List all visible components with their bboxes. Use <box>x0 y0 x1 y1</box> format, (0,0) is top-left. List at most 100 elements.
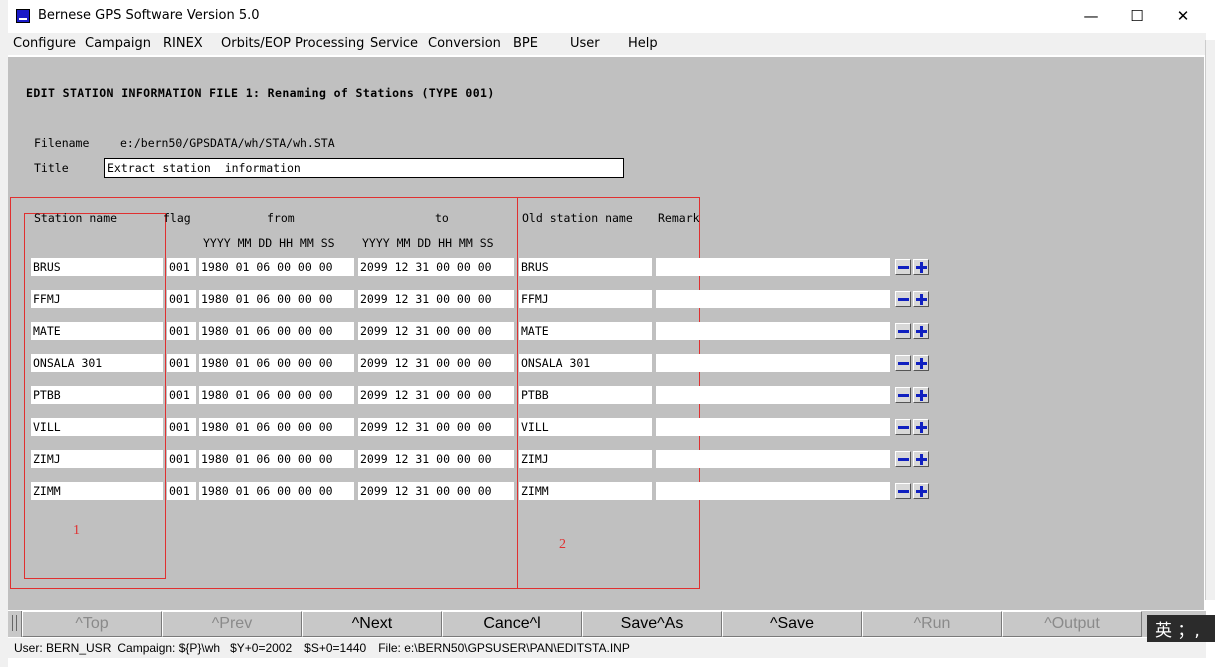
menu-help[interactable]: Help <box>628 36 658 51</box>
station-name-field[interactable]: ONSALA 301 <box>31 354 163 372</box>
add-row-button[interactable] <box>913 291 929 307</box>
remark-field[interactable] <box>656 450 890 468</box>
add-row-button[interactable] <box>913 387 929 403</box>
station-name-field[interactable]: PTBB <box>31 386 163 404</box>
menu-processing[interactable]: Processing <box>295 36 364 51</box>
remove-row-button[interactable] <box>895 419 911 435</box>
station-name-field[interactable]: MATE <box>31 322 163 340</box>
remark-field[interactable] <box>656 354 890 372</box>
app-icon <box>16 8 30 23</box>
to-field[interactable]: 2099 12 31 00 00 00 <box>358 418 514 436</box>
status-session: $S+0=1440 <box>304 641 367 655</box>
save-as-button[interactable]: Save^As <box>582 611 722 637</box>
save-button[interactable]: ^Save <box>722 611 862 637</box>
from-field[interactable]: 1980 01 06 00 00 00 <box>199 418 354 436</box>
flag-field[interactable]: 001 <box>167 354 196 372</box>
flag-field[interactable]: 001 <box>167 482 196 500</box>
remove-row-button[interactable] <box>895 259 911 275</box>
from-field[interactable]: 1980 01 06 00 00 00 <box>199 482 354 500</box>
to-field[interactable]: 2099 12 31 00 00 00 <box>358 482 514 500</box>
to-field[interactable]: 2099 12 31 00 00 00 <box>358 322 514 340</box>
run-button[interactable]: ^Run <box>862 611 1002 637</box>
remove-row-button[interactable] <box>895 451 911 467</box>
old-station-name-field[interactable]: ZIMJ <box>519 450 652 468</box>
prev-button[interactable]: ^Prev <box>162 611 302 637</box>
minimize-button[interactable]: — <box>1068 0 1114 31</box>
remark-field[interactable] <box>656 386 890 404</box>
old-station-name-field[interactable]: FFMJ <box>519 290 652 308</box>
menu-bar: Configure Campaign RINEX Orbits/EOP Proc… <box>8 33 1206 55</box>
header-to: to <box>435 211 449 225</box>
menu-bpe[interactable]: BPE <box>513 36 538 51</box>
old-station-name-field[interactable]: ZIMM <box>519 482 652 500</box>
remove-row-button[interactable] <box>895 483 911 499</box>
top-button[interactable]: ^Top <box>22 611 162 637</box>
to-field[interactable]: 2099 12 31 00 00 00 <box>358 386 514 404</box>
edit-panel: EDIT STATION INFORMATION FILE 1: Renamin… <box>8 57 1204 610</box>
from-field[interactable]: 1980 01 06 00 00 00 <box>199 290 354 308</box>
add-row-button[interactable] <box>913 451 929 467</box>
menu-conversion[interactable]: Conversion <box>428 36 501 51</box>
menu-campaign[interactable]: Campaign <box>85 36 151 51</box>
old-station-name-field[interactable]: MATE <box>519 322 652 340</box>
maximize-button[interactable]: ☐ <box>1114 0 1160 31</box>
remark-field[interactable] <box>656 482 890 500</box>
cancel-button[interactable]: Cance^l <box>442 611 582 637</box>
menu-rinex[interactable]: RINEX <box>163 36 203 51</box>
remark-field[interactable] <box>656 290 890 308</box>
remove-row-button[interactable] <box>895 387 911 403</box>
add-row-button[interactable] <box>913 259 929 275</box>
ime-indicator[interactable]: 英 ；, <box>1147 615 1215 642</box>
header-station-name: Station name <box>34 211 118 225</box>
station-name-field[interactable]: ZIMJ <box>31 450 163 468</box>
old-station-name-field[interactable]: BRUS <box>519 258 652 276</box>
close-button[interactable]: ✕ <box>1160 0 1206 31</box>
menu-configure[interactable]: Configure <box>13 36 76 51</box>
flag-field[interactable]: 001 <box>167 386 196 404</box>
to-field[interactable]: 2099 12 31 00 00 00 <box>358 258 514 276</box>
add-row-button[interactable] <box>913 483 929 499</box>
menu-orbits-eop[interactable]: Orbits/EOP <box>221 36 291 51</box>
add-row-button[interactable] <box>913 323 929 339</box>
remove-row-button[interactable] <box>895 355 911 371</box>
menu-user[interactable]: User <box>570 36 600 51</box>
remark-field[interactable] <box>656 418 890 436</box>
next-button[interactable]: ^Next <box>302 611 442 637</box>
to-field[interactable]: 2099 12 31 00 00 00 <box>358 450 514 468</box>
old-station-name-field[interactable]: PTBB <box>519 386 652 404</box>
header-from: from <box>267 211 295 225</box>
from-field[interactable]: 1980 01 06 00 00 00 <box>199 322 354 340</box>
station-name-field[interactable]: FFMJ <box>31 290 163 308</box>
station-name-field[interactable]: ZIMM <box>31 482 163 500</box>
toolbar-grip[interactable] <box>8 611 22 637</box>
station-name-field[interactable]: BRUS <box>31 258 163 276</box>
flag-field[interactable]: 001 <box>167 450 196 468</box>
title-label: Title <box>34 161 69 175</box>
add-row-button[interactable] <box>913 419 929 435</box>
status-file: File: e:\BERN50\GPSUSER\PAN\EDITSTA.INP <box>378 641 630 655</box>
remove-row-button[interactable] <box>895 291 911 307</box>
old-station-name-field[interactable]: ONSALA 301 <box>519 354 652 372</box>
from-field[interactable]: 1980 01 06 00 00 00 <box>199 450 354 468</box>
remark-field[interactable] <box>656 258 890 276</box>
remark-field[interactable] <box>656 322 890 340</box>
flag-field[interactable]: 001 <box>167 290 196 308</box>
navigation-bar: ^Top ^Prev ^Next Cance^l Save^As ^Save ^… <box>8 611 1206 637</box>
to-field[interactable]: 2099 12 31 00 00 00 <box>358 354 514 372</box>
station-name-field[interactable]: VILL <box>31 418 163 436</box>
filename-value: e:/bern50/GPSDATA/wh/STA/wh.STA <box>120 136 335 150</box>
title-field[interactable]: Extract station information <box>104 158 624 178</box>
flag-field[interactable]: 001 <box>167 418 196 436</box>
remove-row-button[interactable] <box>895 323 911 339</box>
from-field[interactable]: 1980 01 06 00 00 00 <box>199 354 354 372</box>
flag-field[interactable]: 001 <box>167 322 196 340</box>
status-campaign: Campaign: ${P}\wh <box>117 641 221 655</box>
to-field[interactable]: 2099 12 31 00 00 00 <box>358 290 514 308</box>
output-button[interactable]: ^Output <box>1002 611 1142 637</box>
from-field[interactable]: 1980 01 06 00 00 00 <box>199 386 354 404</box>
menu-service[interactable]: Service <box>370 36 418 51</box>
old-station-name-field[interactable]: VILL <box>519 418 652 436</box>
flag-field[interactable]: 001 <box>167 258 196 276</box>
add-row-button[interactable] <box>913 355 929 371</box>
from-field[interactable]: 1980 01 06 00 00 00 <box>199 258 354 276</box>
